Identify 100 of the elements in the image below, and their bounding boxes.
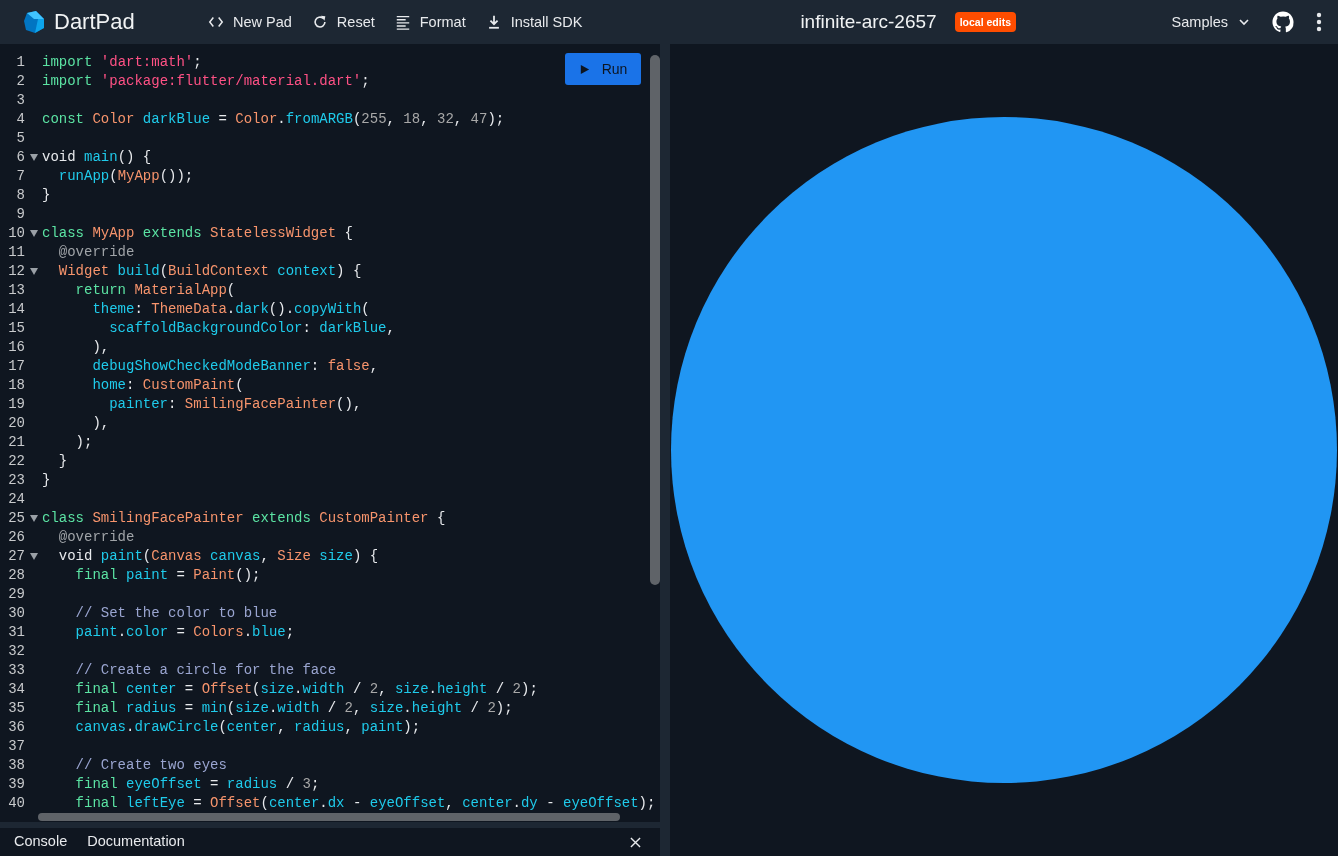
code-line: class MyApp extends StatelessWidget { bbox=[42, 224, 353, 243]
play-icon bbox=[578, 63, 590, 75]
code-line: // Set the color to blue bbox=[74, 604, 278, 623]
line-number: 40 bbox=[7, 794, 25, 813]
code-line: // Create a circle for the face bbox=[74, 661, 337, 680]
code-brackets-icon bbox=[208, 14, 224, 30]
code-line: import 'package:flutter/material.dart'; bbox=[42, 72, 370, 91]
more-options-icon[interactable] bbox=[1316, 12, 1322, 32]
line-number: 17 bbox=[7, 357, 25, 376]
code-line: class SmilingFacePainter extends CustomPainter { bbox=[42, 509, 446, 528]
line-number: 26 bbox=[7, 528, 25, 547]
line-number: 19 bbox=[7, 395, 25, 414]
line-number: 22 bbox=[7, 452, 25, 471]
code-line: debugShowCheckedModeBanner: false, bbox=[91, 357, 379, 376]
code-line: void paint(Canvas canvas, Size size) { bbox=[57, 547, 379, 566]
fold-triangle-icon[interactable] bbox=[29, 230, 38, 237]
code-line: return MaterialApp( bbox=[74, 281, 236, 300]
panel-tab[interactable]: Documentation bbox=[79, 829, 197, 855]
line-number: 21 bbox=[7, 433, 25, 452]
line-number: 39 bbox=[7, 775, 25, 794]
line-number: 29 bbox=[7, 585, 25, 604]
line-number: 23 bbox=[7, 471, 25, 490]
refresh-icon bbox=[311, 14, 328, 30]
run-button[interactable]: Run bbox=[565, 53, 641, 85]
code-line: ); bbox=[74, 433, 93, 452]
fold-triangle-icon[interactable] bbox=[29, 268, 38, 275]
line-number: 10 bbox=[7, 224, 25, 243]
line-number: 35 bbox=[7, 699, 25, 718]
vertical-scrollbar[interactable] bbox=[650, 55, 660, 585]
line-number: 1 bbox=[15, 53, 25, 72]
code-line: ), bbox=[91, 338, 110, 357]
fold-triangle-icon[interactable] bbox=[29, 553, 38, 560]
code-line: @override bbox=[57, 528, 135, 547]
code-line: final radius = min(size.width / 2, size.height / 2); bbox=[74, 699, 513, 718]
code-line: Widget build(BuildContext context) { bbox=[57, 262, 362, 281]
code-line: canvas.drawCircle(center, radius, paint); bbox=[74, 718, 421, 737]
line-number: 11 bbox=[7, 243, 25, 262]
align-lines-icon bbox=[394, 14, 411, 30]
line-number: 25 bbox=[7, 509, 25, 528]
line-number: 13 bbox=[7, 281, 25, 300]
status-badge: local edits bbox=[954, 12, 1016, 32]
line-number: 14 bbox=[7, 300, 25, 319]
code-line: @override bbox=[57, 243, 135, 262]
line-number: 24 bbox=[7, 490, 25, 509]
line-number: 27 bbox=[7, 547, 25, 566]
code-line: } bbox=[42, 186, 51, 205]
line-number: 34 bbox=[7, 680, 25, 699]
code-line: ), bbox=[91, 414, 110, 433]
line-number: 20 bbox=[7, 414, 25, 433]
chevron-down-icon bbox=[1238, 16, 1250, 28]
code-line: final eyeOffset = radius / 3; bbox=[74, 775, 320, 794]
line-number: 38 bbox=[7, 756, 25, 775]
code-line: // Create two eyes bbox=[74, 756, 227, 775]
code-line: const Color darkBlue = Color.fromARGB(255, 18, 32, 47); bbox=[42, 110, 505, 129]
line-number: 12 bbox=[7, 262, 25, 281]
code-line: home: CustomPaint( bbox=[91, 376, 244, 395]
code-line: final center = Offset(size.width / 2, size.height / 2); bbox=[74, 680, 538, 699]
line-number: 5 bbox=[15, 129, 25, 148]
line-number: 6 bbox=[15, 148, 25, 167]
code-line: scaffoldBackgroundColor: darkBlue, bbox=[108, 319, 395, 338]
code-line: } bbox=[57, 452, 68, 471]
app-name: DartPad bbox=[54, 9, 135, 35]
line-number: 4 bbox=[15, 110, 25, 129]
line-number: 37 bbox=[7, 737, 25, 756]
code-line: final leftEye = Offset(center.dx - eyeOffset, center.dy - eyeOffset); bbox=[74, 794, 656, 813]
toolbar-button[interactable]: Install SDK bbox=[479, 10, 589, 34]
line-number: 32 bbox=[7, 642, 25, 661]
code-line: theme: ThemeData.dark().copyWith( bbox=[91, 300, 370, 319]
toolbar-button[interactable]: Format bbox=[388, 10, 472, 34]
line-number: 30 bbox=[7, 604, 25, 623]
toolbar-button[interactable]: New Pad bbox=[202, 10, 298, 34]
fold-triangle-icon[interactable] bbox=[29, 154, 38, 161]
line-number: 2 bbox=[15, 72, 25, 91]
code-line: } bbox=[42, 471, 51, 490]
line-number: 36 bbox=[7, 718, 25, 737]
line-number: 15 bbox=[7, 319, 25, 338]
line-number: 3 bbox=[15, 91, 25, 110]
dart-logo-icon bbox=[22, 10, 46, 34]
code-line: void main() { bbox=[42, 148, 152, 167]
samples-dropdown[interactable]: Samples bbox=[1171, 10, 1250, 34]
code-line: painter: SmilingFacePainter(), bbox=[108, 395, 362, 414]
horizontal-scrollbar[interactable] bbox=[38, 813, 620, 821]
code-line: runApp(MyApp()); bbox=[57, 167, 194, 186]
close-icon[interactable] bbox=[630, 836, 641, 848]
code-line: paint.color = Colors.blue; bbox=[74, 623, 295, 642]
toolbar-button[interactable]: Reset bbox=[305, 10, 381, 34]
line-number: 9 bbox=[15, 205, 25, 224]
line-number: 31 bbox=[7, 623, 25, 642]
panel-tab[interactable]: Console bbox=[6, 829, 80, 855]
line-number: 33 bbox=[7, 661, 25, 680]
code-line: final paint = Paint(); bbox=[74, 566, 261, 585]
github-icon[interactable] bbox=[1272, 11, 1294, 33]
line-number: 7 bbox=[15, 167, 25, 186]
pad-title: infinite-arc-2657 bbox=[800, 11, 937, 33]
line-number: 18 bbox=[7, 376, 25, 395]
code-line: import 'dart:math'; bbox=[42, 53, 202, 72]
line-number: 16 bbox=[7, 338, 25, 357]
line-number: 28 bbox=[7, 566, 25, 585]
line-number: 8 bbox=[15, 186, 25, 205]
fold-triangle-icon[interactable] bbox=[29, 515, 38, 522]
